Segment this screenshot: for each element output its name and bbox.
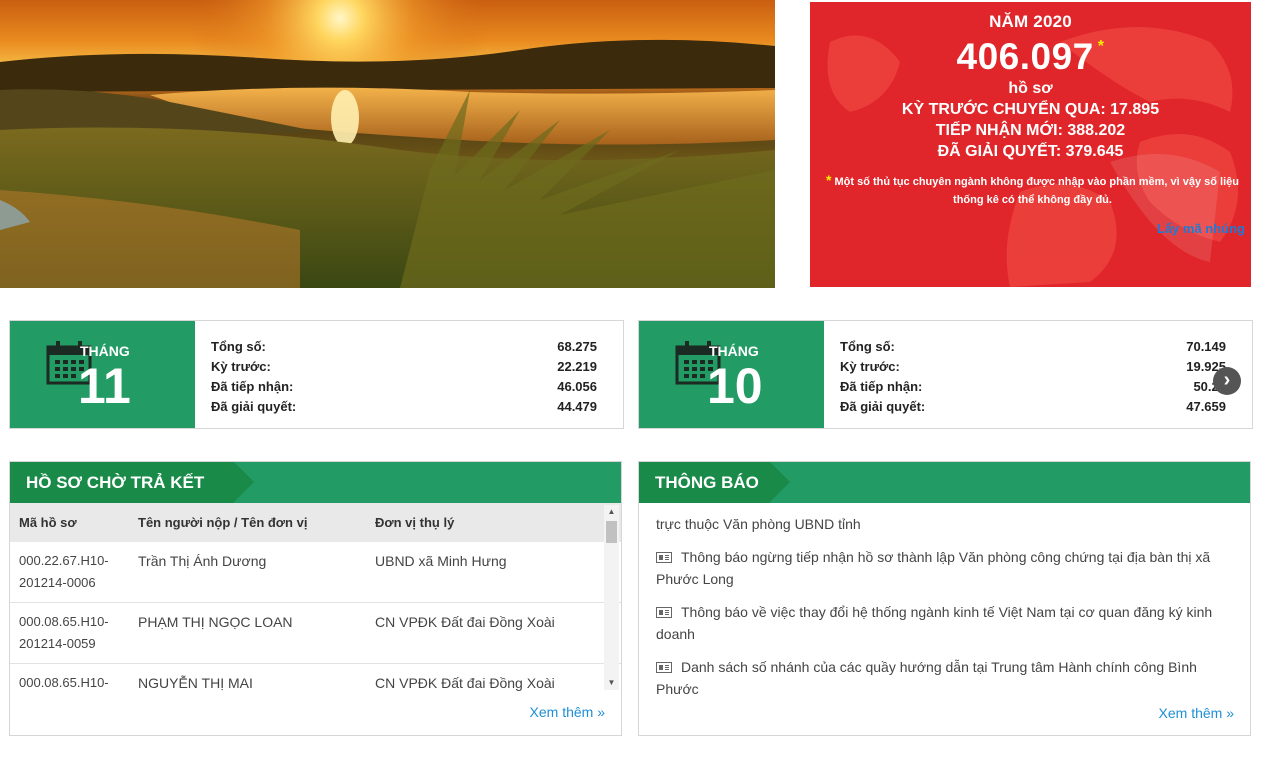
note-asterisk: * — [825, 172, 832, 188]
stat-value: 46.056 — [557, 379, 597, 394]
table-row[interactable]: 000.22.67.H10-201214-0006 Trần Thị Ánh D… — [10, 542, 621, 603]
column-header: Mã hồ sơ — [19, 515, 77, 530]
stat-label: Đã tiếp nhận: — [840, 379, 923, 394]
stat-label: Kỳ trước: — [211, 359, 271, 374]
stat-label: Tổng số: — [211, 339, 266, 354]
month-stat-row: Đã tiếp nhận: 50.22 — [840, 379, 1226, 399]
view-more-link[interactable]: Xem thêm » — [1159, 705, 1234, 721]
stats-year: NĂM 2020 — [989, 12, 1072, 31]
notice-panel: THÔNG BÁO trực thuộc Văn phòng UBND tỉnh… — [638, 461, 1251, 736]
note-text: Một số thủ tục chuyên ngành không được n… — [834, 176, 1240, 206]
stats-unit: hồ sơ — [1008, 80, 1053, 97]
stat-label: Tổng số: — [840, 339, 895, 354]
processing-unit: UBND xã Minh Hưng — [375, 553, 507, 569]
banner-image — [0, 0, 775, 288]
stat-value: 22.219 — [557, 359, 597, 374]
chevron-right-circle-icon[interactable]: › — [1213, 367, 1241, 395]
notice-text: Thông báo ngừng tiếp nhận hồ sơ thành lậ… — [656, 549, 1211, 587]
stat-label: Kỳ trước: — [840, 359, 900, 374]
stats-carried-over: KỲ TRƯỚC CHUYỂN QUA: 17.895 — [901, 101, 1160, 118]
stats-resolved: ĐÃ GIẢI QUYẾT: 379.645 — [937, 143, 1124, 160]
stat-label: Đã giải quyết: — [840, 399, 926, 414]
panel-title: THÔNG BÁO — [639, 462, 790, 503]
month-label: THÁNG — [709, 343, 759, 359]
notice-text: Danh sách số nhánh của các quầy hướng dẫ… — [656, 659, 1197, 696]
record-code: 000.08.65.H10- — [19, 675, 109, 690]
table-header: Mã hồ sơ Tên người nộp / Tên đơn vị Đơn … — [10, 503, 621, 542]
notice-item-partial[interactable]: trực thuộc Văn phòng UBND tỉnh — [656, 514, 1236, 535]
month-badge: THÁNG 11 — [10, 321, 195, 428]
month-label: THÁNG — [80, 343, 130, 359]
month-stat-row: Kỳ trước: 19.925 — [840, 359, 1226, 379]
pending-results-table: Mã hồ sơ Tên người nộp / Tên đơn vị Đơn … — [10, 503, 621, 691]
month-card-11: THÁNG 11 Tổng số: 68.275 Kỳ trước: 22.219 … — [9, 320, 624, 429]
notice-item[interactable]: Thông báo ngừng tiếp nhận hồ sơ thành lậ… — [656, 546, 1236, 590]
month-stat-row: Tổng số: 68.275 — [211, 339, 597, 359]
month-stat-row: Đã tiếp nhận: 46.056 — [211, 379, 597, 399]
notice-text: Thông báo về việc thay đổi hệ thống ngàn… — [656, 604, 1213, 642]
stats-total: 406.097 * — [810, 36, 1251, 78]
notice-item[interactable]: Thông báo về việc thay đổi hệ thống ngàn… — [656, 601, 1236, 645]
month-stats: Tổng số: 68.275 Kỳ trước: 22.219 Đã tiếp n… — [211, 339, 597, 419]
stats-total-asterisk: * — [1097, 38, 1105, 55]
applicant-name: PHẠM THỊ NGỌC LOAN — [138, 614, 293, 630]
scroll-down-icon[interactable]: ▼ — [604, 676, 619, 690]
month-card-10: THÁNG 10 Tổng số: 70.149 Kỳ trước: 19.925 … — [638, 320, 1253, 429]
table-row[interactable]: 000.08.65.H10-201214-0059 PHẠM THỊ NGỌC … — [10, 603, 621, 664]
stats-note: * Một số thủ tục chuyên ngành không được… — [822, 171, 1243, 209]
applicant-name: Trần Thị Ánh Dương — [138, 553, 267, 569]
scroll-up-icon[interactable]: ▲ — [604, 505, 619, 519]
stat-label: Đã giải quyết: — [211, 399, 297, 414]
column-header: Đơn vị thụ lý — [375, 515, 455, 530]
month-number: 10 — [707, 358, 763, 414]
month-stats: Tổng số: 70.149 Kỳ trước: 19.925 Đã tiếp n… — [840, 339, 1226, 419]
applicant-name: NGUYỄN THỊ MAI — [138, 675, 253, 691]
stats-received: TIẾP NHẬN MỚI: 388.202 — [935, 122, 1126, 139]
pending-results-panel: HỒ SƠ CHỜ TRẢ KẾT QUẢ Mã hồ sơ Tên người… — [9, 461, 622, 736]
panel-header: THÔNG BÁO — [639, 462, 1250, 503]
table-scrollbar[interactable]: ▲ ▼ — [604, 505, 619, 690]
stats-total-value: 406.097 — [956, 36, 1094, 77]
stat-value: 70.149 — [1186, 339, 1226, 354]
panel-title: HỒ SƠ CHỜ TRẢ KẾT QUẢ — [10, 462, 254, 533]
record-code: 000.08.65.H10-201214-0059 — [19, 614, 109, 651]
column-header: Tên người nộp / Tên đơn vị — [138, 515, 308, 530]
stat-value: 47.659 — [1186, 399, 1226, 414]
stat-value: 68.275 — [557, 339, 597, 354]
processing-unit: CN VPĐK Đất đai Đồng Xoài — [375, 614, 555, 630]
stat-label: Đã tiếp nhận: — [211, 379, 294, 394]
month-stat-row: Tổng số: 70.149 — [840, 339, 1226, 359]
month-number: 11 — [78, 358, 131, 414]
table-row[interactable]: 000.08.65.H10- NGUYỄN THỊ MAI CN VPĐK Đấ… — [10, 664, 621, 691]
notice-list: trực thuộc Văn phòng UBND tỉnh Thông báo… — [656, 514, 1236, 696]
month-badge: THÁNG 10 — [639, 321, 824, 428]
newspaper-icon — [656, 552, 672, 563]
record-code: 000.22.67.H10-201214-0006 — [19, 553, 109, 590]
yearly-statistics-box: NĂM 2020 406.097 * hồ sơ KỲ TRƯỚC CHUYỂN … — [810, 2, 1251, 287]
panel-header: HỒ SƠ CHỜ TRẢ KẾT QUẢ — [10, 462, 621, 533]
scrollbar-thumb[interactable] — [606, 521, 617, 543]
notice-item[interactable]: Danh sách số nhánh của các quầy hướng dẫ… — [656, 656, 1236, 696]
processing-unit: CN VPĐK Đất đai Đồng Xoài — [375, 675, 555, 691]
view-more-link[interactable]: Xem thêm » — [530, 704, 605, 720]
sunset-landscape — [0, 0, 775, 288]
embed-code-link[interactable]: Lấy mã nhúng — [1157, 221, 1245, 236]
newspaper-icon — [656, 662, 672, 673]
newspaper-icon — [656, 607, 672, 618]
month-stat-row: Kỳ trước: 22.219 — [211, 359, 597, 379]
stat-value: 44.479 — [557, 399, 597, 414]
month-stat-row: Đã giải quyết: 47.659 — [840, 399, 1226, 419]
month-stat-row: Đã giải quyết: 44.479 — [211, 399, 597, 419]
